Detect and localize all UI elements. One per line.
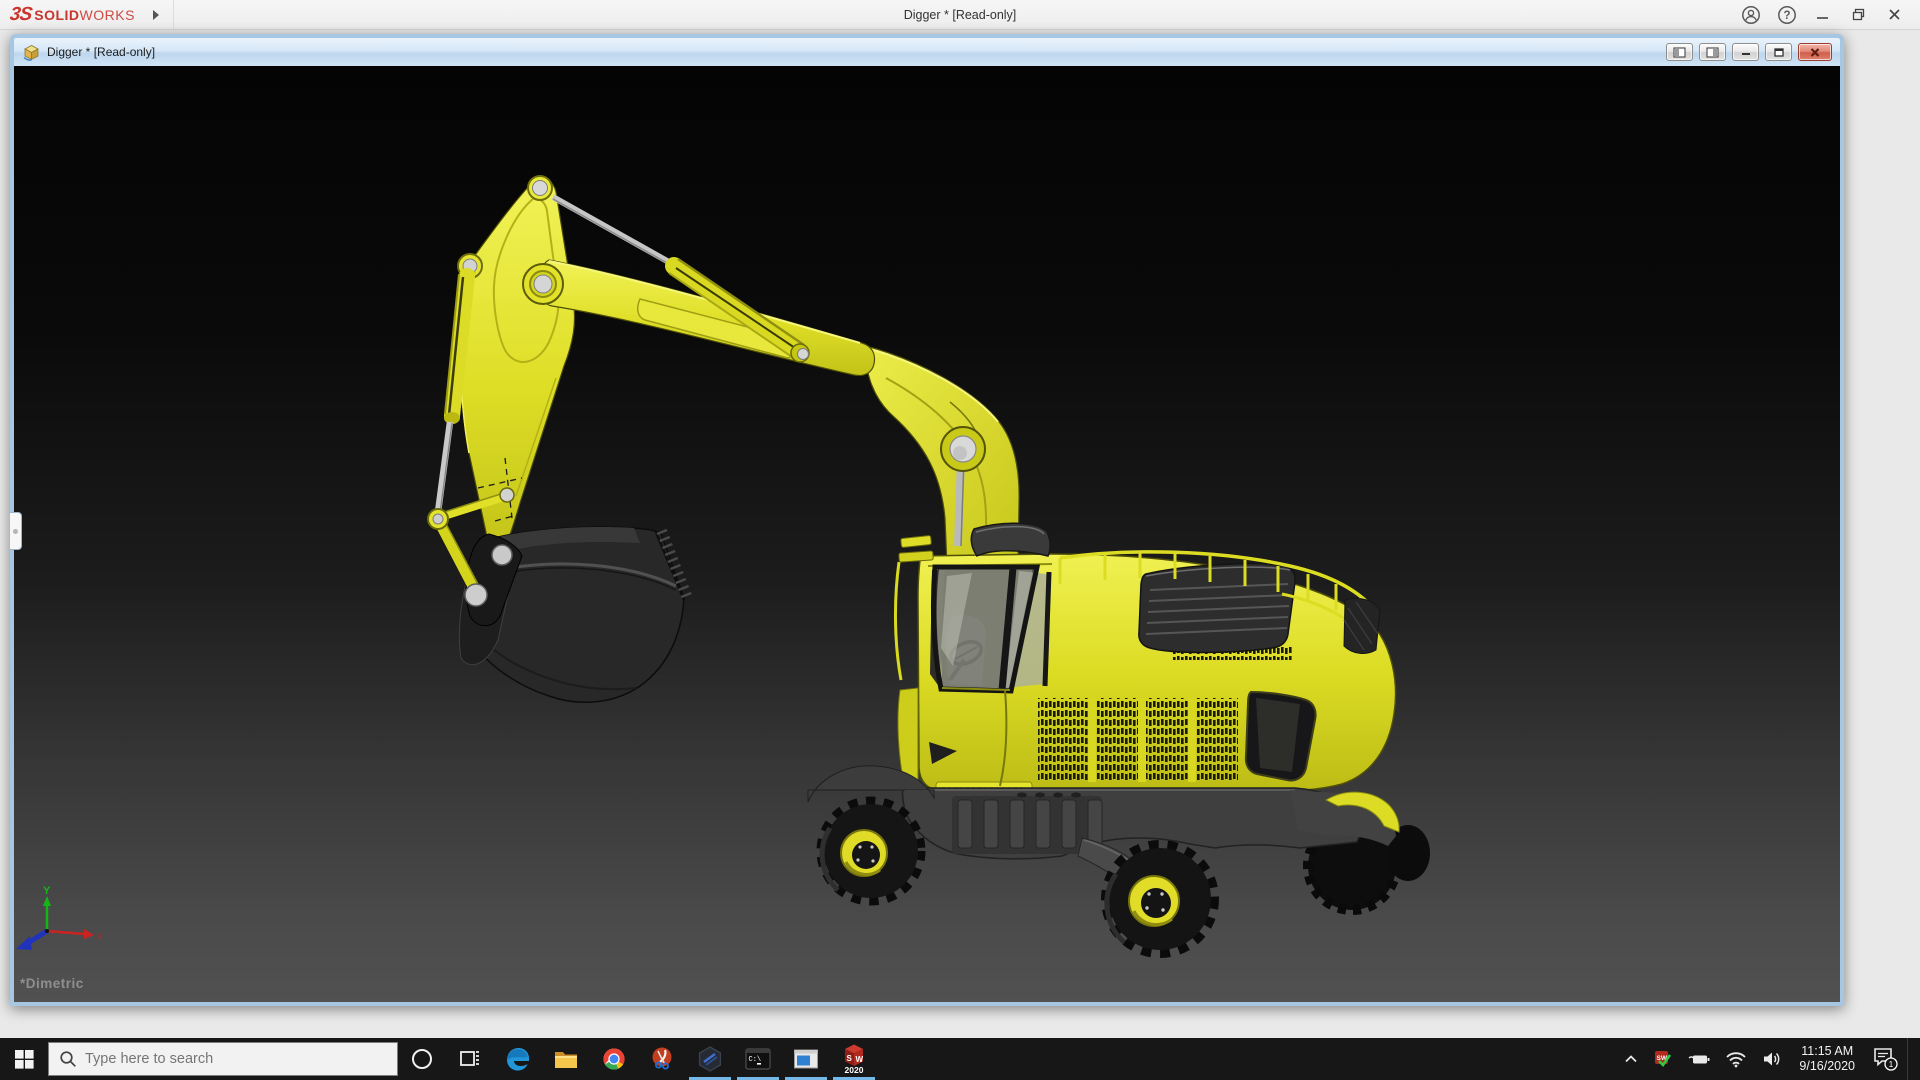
- solidworks-monitor-tray-icon[interactable]: SW: [1647, 1038, 1679, 1080]
- help-icon[interactable]: ?: [1776, 4, 1798, 26]
- app-titlebar: 3S SOLID WORKS Digger * [Read-only] ?: [0, 0, 1920, 30]
- clock-date: 9/16/2020: [1799, 1059, 1855, 1073]
- system-tray: SW 11:15 AM 9/16/2020 1: [1617, 1038, 1920, 1080]
- titlebar-separator: [172, 0, 174, 29]
- account-icon[interactable]: [1740, 4, 1762, 26]
- counterweight-mesh: [1343, 597, 1381, 654]
- app-window-controls: ?: [1740, 4, 1920, 26]
- taskbar: C:\ S W 2020: [0, 1038, 1920, 1080]
- show-right-pane-button[interactable]: [1699, 43, 1726, 61]
- doc-minimize-button[interactable]: [1732, 43, 1759, 61]
- doc-close-button[interactable]: [1798, 43, 1832, 61]
- excavator-3d-model[interactable]: Y x *Dimetric: [14, 66, 1840, 1002]
- show-left-pane-button[interactable]: [1666, 43, 1693, 61]
- taskbar-item-snipping-tool[interactable]: [638, 1038, 686, 1080]
- featuremanager-splitter-tab[interactable]: [10, 512, 22, 550]
- apex-pin[interactable]: [527, 175, 553, 201]
- snipping-tool-icon: [652, 1047, 672, 1070]
- svg-text:2020: 2020: [845, 1065, 864, 1075]
- svg-text:W: W: [856, 1055, 864, 1064]
- taskbar-item-command-prompt[interactable]: C:\: [734, 1038, 782, 1080]
- screen: 3S SOLID WORKS Digger * [Read-only] ? Di…: [0, 0, 1920, 1080]
- task-view-icon: [460, 1051, 479, 1066]
- show-desktop-button[interactable]: [1907, 1038, 1914, 1080]
- document-window: Digger * [Read-only] Y x *Dimetric: [10, 34, 1844, 1006]
- menu-flyout-arrow-icon[interactable]: [152, 9, 159, 20]
- document-title: Digger * [Read-only]: [47, 45, 156, 59]
- stick-pivot-pin[interactable]: [522, 263, 564, 305]
- doc-restore-button[interactable]: [1765, 43, 1792, 61]
- splitter-dot: [13, 529, 18, 534]
- view-orientation-label: *Dimetric: [20, 976, 84, 991]
- triad-y-label: Y: [43, 885, 51, 897]
- taskbar-item-edge[interactable]: [494, 1038, 542, 1080]
- clock[interactable]: 11:15 AM 9/16/2020: [1791, 1044, 1863, 1074]
- hexagon-app-icon: [698, 1046, 722, 1072]
- front-right-wheel[interactable]: [1101, 840, 1219, 958]
- file-explorer-icon: [555, 1052, 577, 1068]
- brand-text-works: WORKS: [79, 6, 135, 23]
- search-input[interactable]: [85, 1051, 365, 1067]
- graphics-viewport[interactable]: Y x *Dimetric: [14, 66, 1840, 1002]
- solidworks-logo: 3S SOLID WORKS: [0, 4, 135, 26]
- cab-roof: [970, 522, 1051, 557]
- restore-button[interactable]: [1848, 4, 1870, 26]
- tray-chevron-icon[interactable]: [1617, 1038, 1645, 1080]
- close-button[interactable]: [1884, 4, 1906, 26]
- triad-x-label: x: [97, 931, 102, 942]
- taskbar-item-task-view[interactable]: [446, 1038, 494, 1080]
- clock-time: 11:15 AM: [1801, 1044, 1854, 1058]
- action-center-icon[interactable]: 1: [1865, 1038, 1905, 1080]
- start-button[interactable]: [0, 1038, 48, 1080]
- window-app-icon: [794, 1049, 818, 1069]
- front-left-wheel[interactable]: [816, 796, 926, 906]
- document-titlebar[interactable]: Digger * [Read-only]: [14, 38, 1840, 66]
- search-icon: [60, 1051, 76, 1067]
- taskbar-item-chrome[interactable]: [590, 1038, 638, 1080]
- wifi-icon[interactable]: [1719, 1038, 1753, 1080]
- edge-icon: [507, 1048, 529, 1071]
- taskbar-item-file-explorer[interactable]: [542, 1038, 590, 1080]
- svg-text:C:\: C:\: [749, 1056, 762, 1064]
- engine-cover[interactable]: [1138, 562, 1296, 654]
- solidworks-2020-icon: S W 2020: [845, 1044, 864, 1075]
- minimize-button[interactable]: [1812, 4, 1834, 26]
- cab-handrail: [893, 561, 903, 681]
- taskbar-item-window-app[interactable]: [782, 1038, 830, 1080]
- app-window-title: Digger * [Read-only]: [903, 7, 1017, 22]
- taskbar-search-box[interactable]: [48, 1042, 398, 1076]
- svg-text:S: S: [847, 1054, 853, 1063]
- part-document-icon: [23, 45, 39, 61]
- command-prompt-icon: C:\: [745, 1048, 771, 1070]
- svg-text:?: ?: [1783, 10, 1790, 22]
- cortana-icon: [412, 1049, 432, 1069]
- taskbar-item-edrawings[interactable]: [686, 1038, 734, 1080]
- notification-badge: 1: [1889, 1059, 1894, 1069]
- taskbar-item-solidworks[interactable]: S W 2020: [830, 1038, 878, 1080]
- rear-window: [1244, 690, 1317, 782]
- taskbar-item-cortana[interactable]: [398, 1038, 446, 1080]
- brand-text-solid: SOLID: [34, 6, 80, 23]
- volume-icon[interactable]: [1755, 1038, 1789, 1080]
- battery-icon[interactable]: [1681, 1038, 1717, 1080]
- chrome-icon: [603, 1048, 625, 1070]
- document-window-controls: [1666, 43, 1836, 61]
- orientation-triad: Y x: [16, 885, 102, 950]
- upper-body[interactable]: [893, 522, 1397, 795]
- solidworks-logo-mark: 3S: [8, 3, 33, 25]
